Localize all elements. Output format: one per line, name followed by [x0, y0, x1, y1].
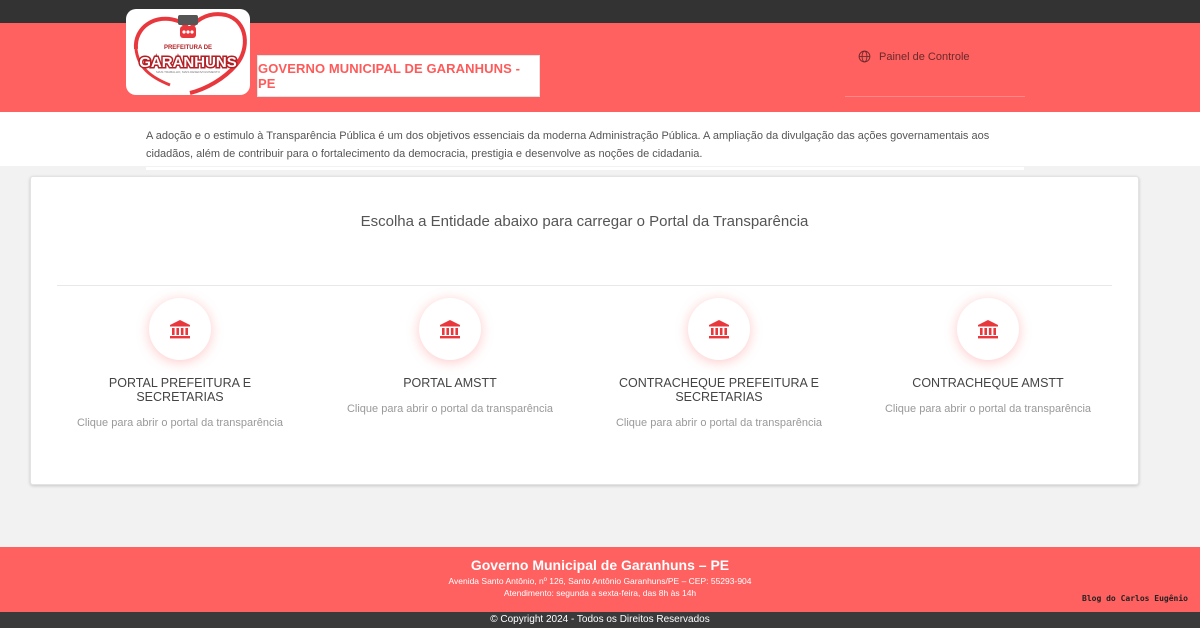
government-title: GOVERNO MUNICIPAL DE GARANHUNS - PE: [257, 55, 540, 97]
institution-icon: [957, 298, 1019, 360]
entity-label: PORTAL AMSTT: [403, 376, 497, 390]
entity-sublabel: Clique para abrir o portal da transparên…: [615, 417, 823, 429]
entity-portal-amstt[interactable]: PORTAL AMSTT Clique para abrir o portal …: [320, 298, 580, 415]
entity-contracheque-amstt[interactable]: CONTRACHEQUE AMSTT Clique para abrir o p…: [858, 298, 1118, 415]
footer-address: Avenida Santo Antônio, nº 126, Santo Ant…: [448, 576, 752, 586]
entity-portal-prefeitura[interactable]: PORTAL PREFEITURA E SECRETARIAS Clique p…: [50, 298, 310, 429]
copyright-bar: © Copyright 2024 - Todos os Direitos Res…: [0, 612, 1200, 628]
institution-icon: [149, 298, 211, 360]
entity-label: PORTAL PREFEITURA E SECRETARIAS: [108, 376, 252, 404]
globe-icon: [858, 50, 871, 63]
entity-label: CONTRACHEQUE AMSTT: [912, 376, 1064, 390]
intro-text: A adoção e o estimulo à Transparência Pú…: [146, 130, 990, 160]
institution-icon: [688, 298, 750, 360]
footer-title: Governo Municipal de Garanhuns – PE: [470, 557, 730, 573]
entity-sublabel: Clique para abrir o portal da transparên…: [884, 403, 1092, 415]
card-divider: [57, 285, 1112, 286]
footer: Governo Municipal de Garanhuns – PE Aven…: [0, 547, 1200, 612]
entity-contracheque-prefeitura[interactable]: CONTRACHEQUE PREFEITURA E SECRETARIAS Cl…: [589, 298, 849, 429]
prefeitura-logo[interactable]: PREFEITURA DE GARANHUNS MAIS TRABALHO, M…: [126, 9, 250, 95]
garanhuns-logo-image: PREFEITURA DE GARANHUNS MAIS TRABALHO, M…: [133, 12, 247, 95]
blog-watermark: Blog do Carlos Eugênio: [1082, 594, 1188, 603]
institution-icon: [419, 298, 481, 360]
intro-section: A adoção e o estimulo à Transparência Pú…: [0, 112, 1200, 166]
painel-de-controle-link[interactable]: Painel de Controle: [858, 50, 970, 63]
painel-divider: [845, 96, 1025, 97]
entity-label: CONTRACHEQUE PREFEITURA E SECRETARIAS: [618, 376, 820, 404]
footer-hours: Atendimento: segunda a sexta-feira, das …: [503, 588, 697, 598]
entity-sublabel: Clique para abrir o portal da transparên…: [76, 417, 284, 429]
painel-label: Painel de Controle: [879, 50, 970, 63]
entity-selection-card: Escolha a Entidade abaixo para carregar …: [30, 176, 1139, 485]
entity-sublabel: Clique para abrir o portal da transparên…: [346, 403, 554, 415]
card-heading: Escolha a Entidade abaixo para carregar …: [360, 213, 809, 230]
svg-text:PREFEITURA DE: PREFEITURA DE: [164, 45, 212, 51]
intro-divider: [146, 167, 1024, 170]
svg-text:GARANHUNS: GARANHUNS: [139, 54, 237, 71]
svg-text:MAIS TRABALHO, MAIS DESENVOLVI: MAIS TRABALHO, MAIS DESENVOLVIMENTO: [156, 70, 221, 74]
